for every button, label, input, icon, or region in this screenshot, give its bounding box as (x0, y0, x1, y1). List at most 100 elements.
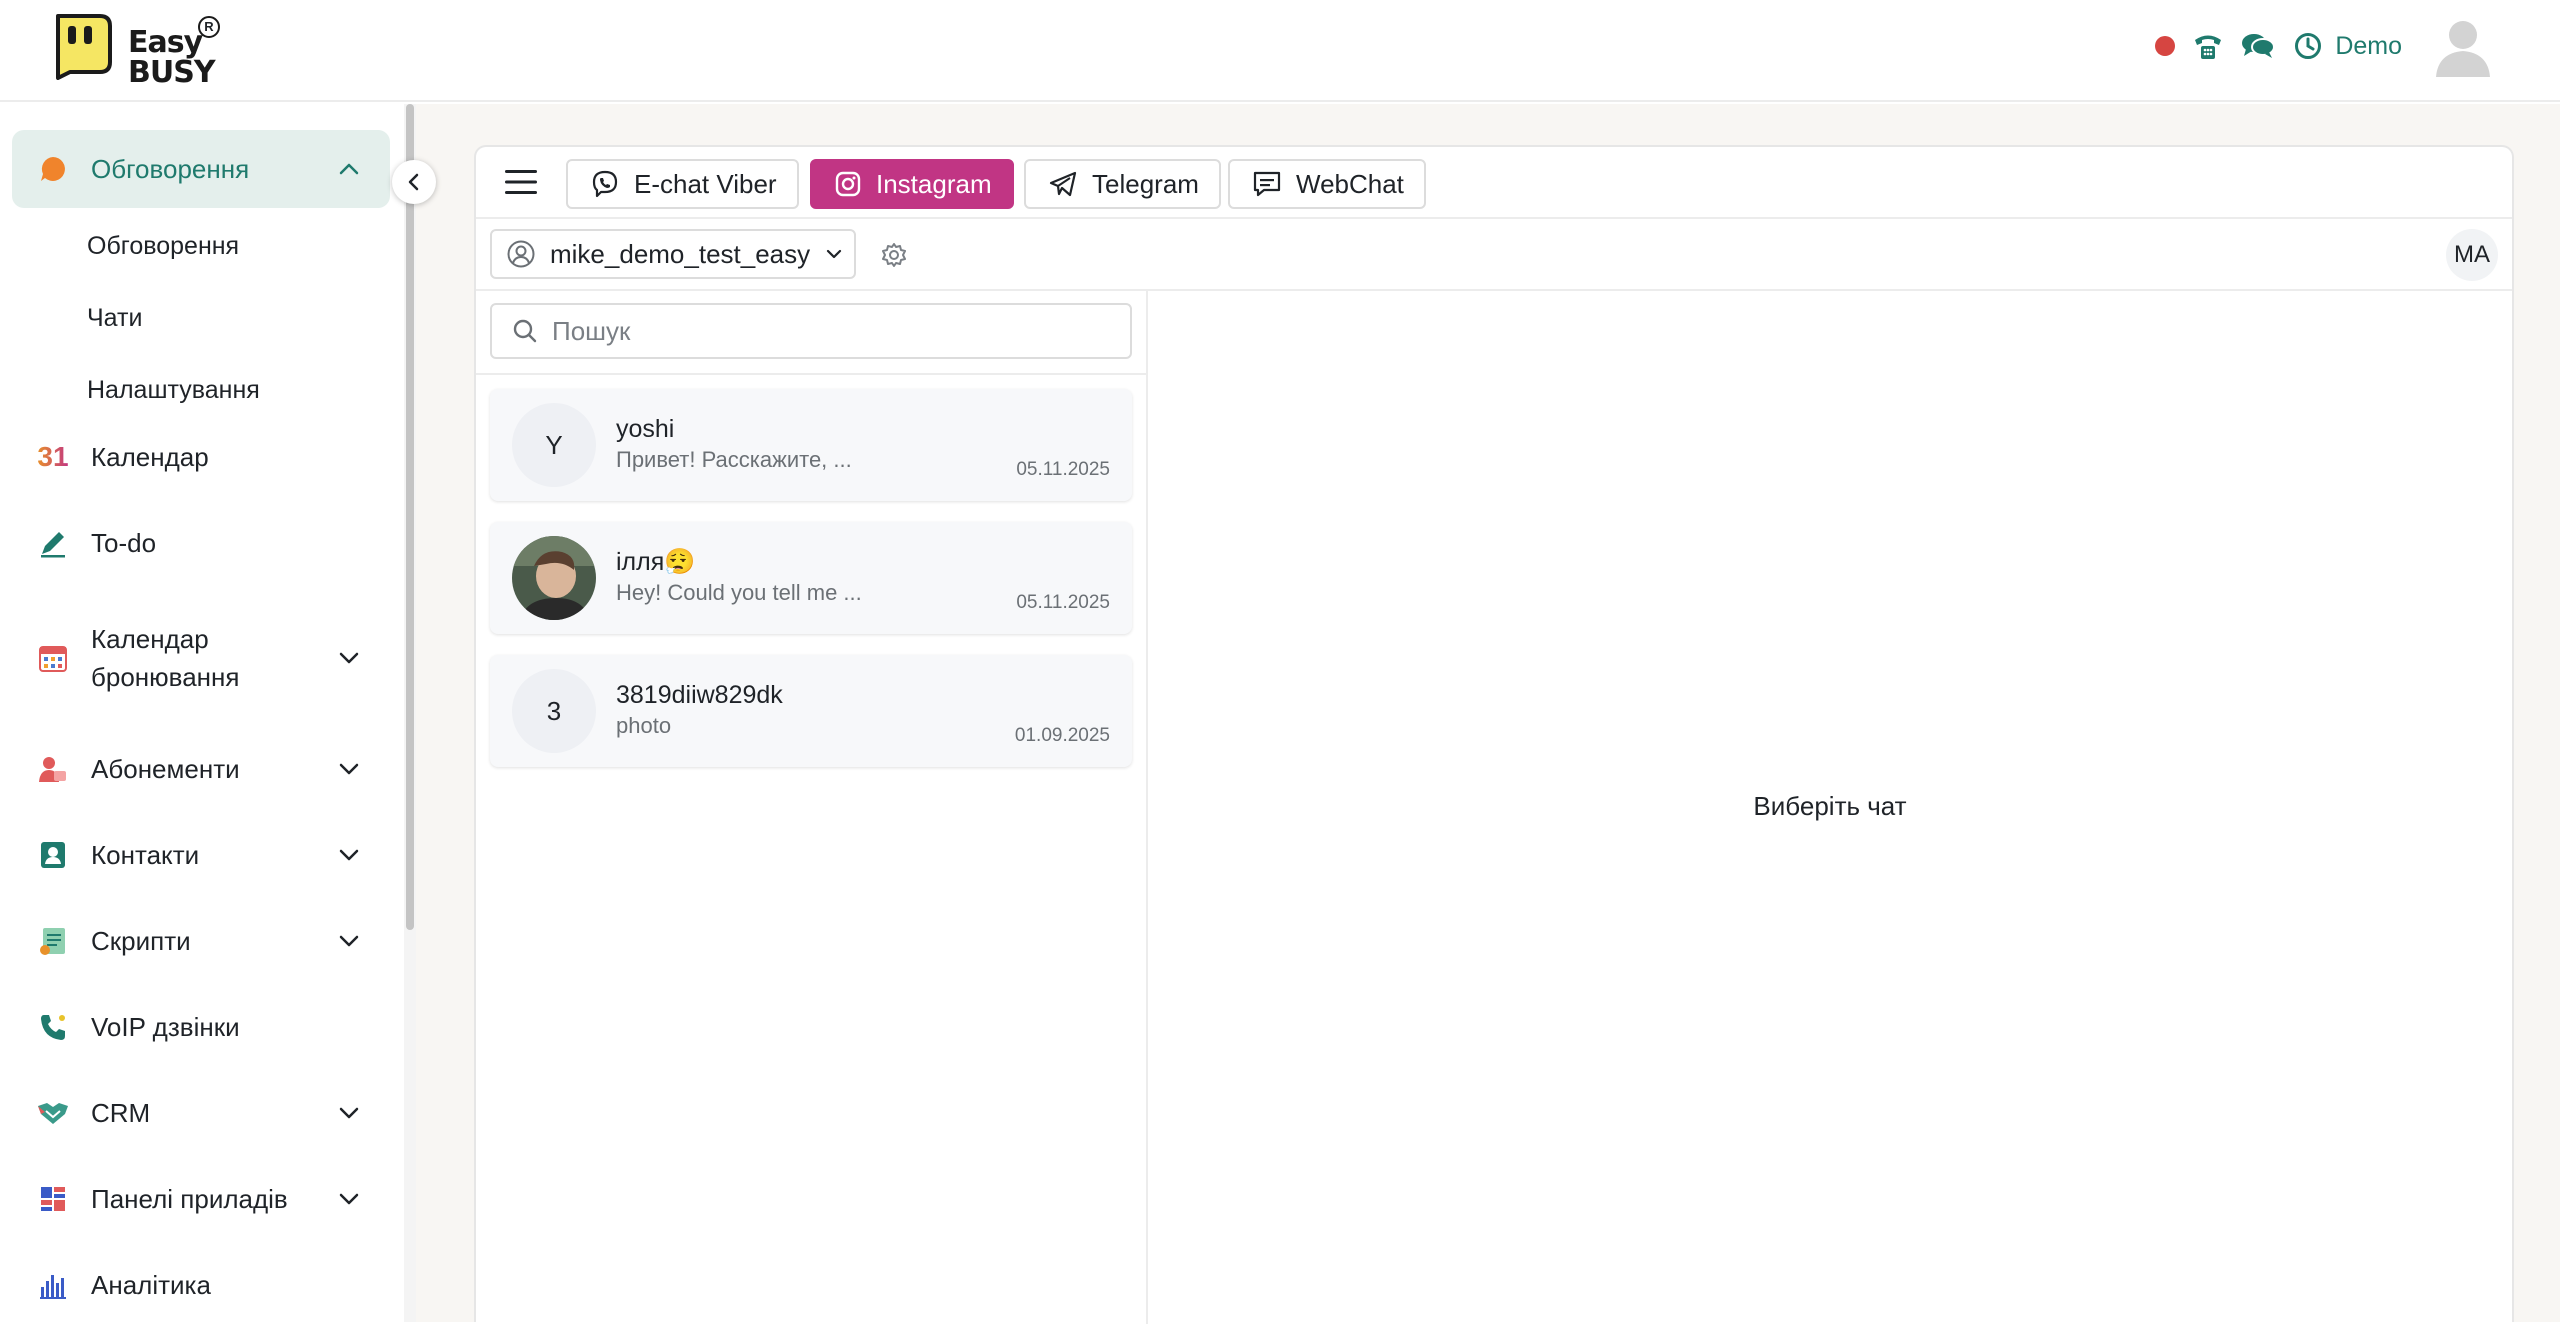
conversation-empty-state: Виберіть чат (1148, 291, 2512, 1324)
sidebar-subitem-settings[interactable]: Налаштування (87, 376, 260, 405)
messenger-panel: E-chat Viber Instagram Telegram WebChat … (474, 145, 2514, 1324)
search-icon (513, 319, 537, 343)
chevron-down-icon[interactable] (336, 645, 362, 671)
chat-avatar-photo (512, 536, 596, 620)
phone-icon[interactable] (2191, 29, 2225, 63)
divider (476, 373, 1146, 375)
voip-phone-icon (36, 1010, 70, 1044)
tab-telegram[interactable]: Telegram (1024, 159, 1221, 209)
booking-calendar-icon (36, 641, 70, 675)
sidebar-item-label: Контакти (91, 840, 200, 870)
pencil-icon (36, 526, 70, 560)
crm-handshake-icon (36, 1096, 70, 1130)
hamburger-menu-icon[interactable] (504, 167, 538, 197)
chat-name: yoshi (616, 415, 675, 443)
clock-icon[interactable] (2291, 29, 2325, 63)
chat-list: Y yoshi Привет! Расскажите, ... 05.11.20… (476, 291, 1148, 1324)
viber-icon (592, 170, 618, 198)
sidebar-subitem-chats[interactable]: Чати (87, 304, 142, 333)
select-chat-message: Виберіть чат (1753, 791, 1907, 821)
collapse-sidebar-button[interactable] (392, 160, 436, 204)
user-avatar[interactable] (2432, 15, 2494, 77)
sidebar: Обговорення Обговорення Чати Налаштуванн… (0, 104, 404, 1322)
chats-icon[interactable] (2241, 29, 2276, 63)
sidebar-item-label: To-do (91, 528, 157, 558)
user-circle-icon (507, 240, 535, 268)
sidebar-item-subscriptions[interactable]: Абонементи (12, 744, 390, 794)
sidebar-item-label: Календар бронювання (91, 624, 240, 692)
tab-label: E-chat Viber (634, 168, 777, 199)
chevron-down-icon[interactable] (336, 756, 362, 782)
sidebar-item-label: Календар (91, 442, 209, 472)
chevron-down-icon[interactable] (336, 1100, 362, 1126)
chevron-up-icon[interactable] (336, 156, 362, 182)
sidebar-item-todo[interactable]: To-do (12, 518, 390, 568)
subscriptions-icon (36, 752, 70, 786)
chat-list-item[interactable]: 3 3819diiw829dk photo 01.09.2025 (490, 655, 1132, 767)
webchat-icon (1253, 171, 1281, 197)
profile-photo-icon (512, 536, 596, 620)
sidebar-item-label: Аналітика (91, 1270, 211, 1300)
calendar-31-icon: 31 (36, 440, 70, 474)
user-name-label[interactable]: Demo (2335, 32, 2402, 61)
channel-tabs-row: E-chat Viber Instagram Telegram WebChat (476, 147, 2512, 219)
sidebar-item-label: Обговорення (91, 154, 250, 184)
telegram-icon (1049, 171, 1077, 197)
scripts-icon (36, 924, 70, 958)
chat-date: 05.11.2025 (1016, 592, 1110, 613)
sidebar-item-discussions[interactable]: Обговорення (12, 130, 390, 208)
chat-preview: Hey! Could you tell me ... (616, 580, 862, 605)
easybusy-logo[interactable]: Easy BUSY R (50, 10, 230, 88)
logo-mark-icon (56, 14, 112, 80)
chat-preview: photo (616, 713, 672, 738)
chat-preview: Привет! Расскажите, ... (616, 447, 852, 472)
tab-instagram[interactable]: Instagram (810, 159, 1014, 209)
tab-viber[interactable]: E-chat Viber (566, 159, 799, 209)
chat-avatar: Y (512, 403, 596, 487)
sidebar-item-label: CRM (91, 1098, 151, 1128)
sidebar-item-dashboards[interactable]: Панелі приладів (12, 1174, 390, 1224)
chat-date: 05.11.2025 (1016, 459, 1110, 480)
dashboards-icon (36, 1182, 70, 1216)
sidebar-item-label: VoIP дзвінки (91, 1012, 240, 1042)
search-box[interactable] (490, 303, 1132, 359)
sidebar-subitem-discussions[interactable]: Обговорення (87, 232, 239, 261)
chat-list-item[interactable]: Y yoshi Привет! Расскажите, ... 05.11.20… (490, 389, 1132, 501)
sidebar-item-calendar[interactable]: 31 Календар (12, 432, 390, 482)
sidebar-item-voip[interactable]: VoIP дзвінки (12, 1002, 390, 1052)
account-selector[interactable]: mike_demo_test_easy (490, 229, 856, 279)
chevron-down-icon[interactable] (336, 842, 362, 868)
registered-mark: R (198, 16, 220, 38)
account-selected-label: mike_demo_test_easy (550, 238, 811, 269)
gear-icon[interactable] (880, 241, 908, 269)
chat-bubble-icon (36, 152, 70, 186)
chevron-down-icon[interactable] (336, 928, 362, 954)
sidebar-item-scripts[interactable]: Скрипти (12, 916, 390, 966)
sidebar-scrollbar-thumb[interactable] (406, 104, 414, 930)
chevron-down-icon (827, 249, 842, 259)
top-bar: Easy BUSY R Demo (0, 0, 2560, 102)
sidebar-item-label: Панелі приладів (91, 1184, 288, 1214)
header-actions: Demo (2155, 15, 2494, 77)
contacts-icon (36, 838, 70, 872)
chat-name: 3819diiw829dk (616, 681, 783, 709)
chat-list-item[interactable]: ілля😮‍💨 Hey! Could you tell me ... 05.11… (490, 522, 1132, 634)
tab-label: Instagram (876, 168, 992, 199)
sidebar-scrollbar[interactable] (404, 104, 416, 1322)
user-initials-badge[interactable]: MA (2446, 229, 2498, 281)
sidebar-item-label: Абонементи (91, 754, 240, 784)
search-input[interactable] (552, 315, 1112, 347)
sidebar-item-contacts[interactable]: Контакти (12, 830, 390, 880)
tab-label: Telegram (1092, 168, 1199, 199)
tab-webchat[interactable]: WebChat (1228, 159, 1426, 209)
sidebar-item-crm[interactable]: CRM (12, 1088, 390, 1138)
sidebar-item-analytics[interactable]: Аналітика (12, 1260, 390, 1310)
analytics-icon (36, 1268, 70, 1302)
chevron-left-icon (408, 173, 419, 191)
chat-avatar: 3 (512, 669, 596, 753)
account-row: mike_demo_test_easy MA (476, 221, 2512, 291)
chevron-down-icon[interactable] (336, 1186, 362, 1212)
chat-name: ілля😮‍💨 (616, 548, 696, 576)
sidebar-item-booking-calendar[interactable]: Календар бронювання (12, 618, 390, 698)
recording-status-dot[interactable] (2155, 36, 2176, 56)
